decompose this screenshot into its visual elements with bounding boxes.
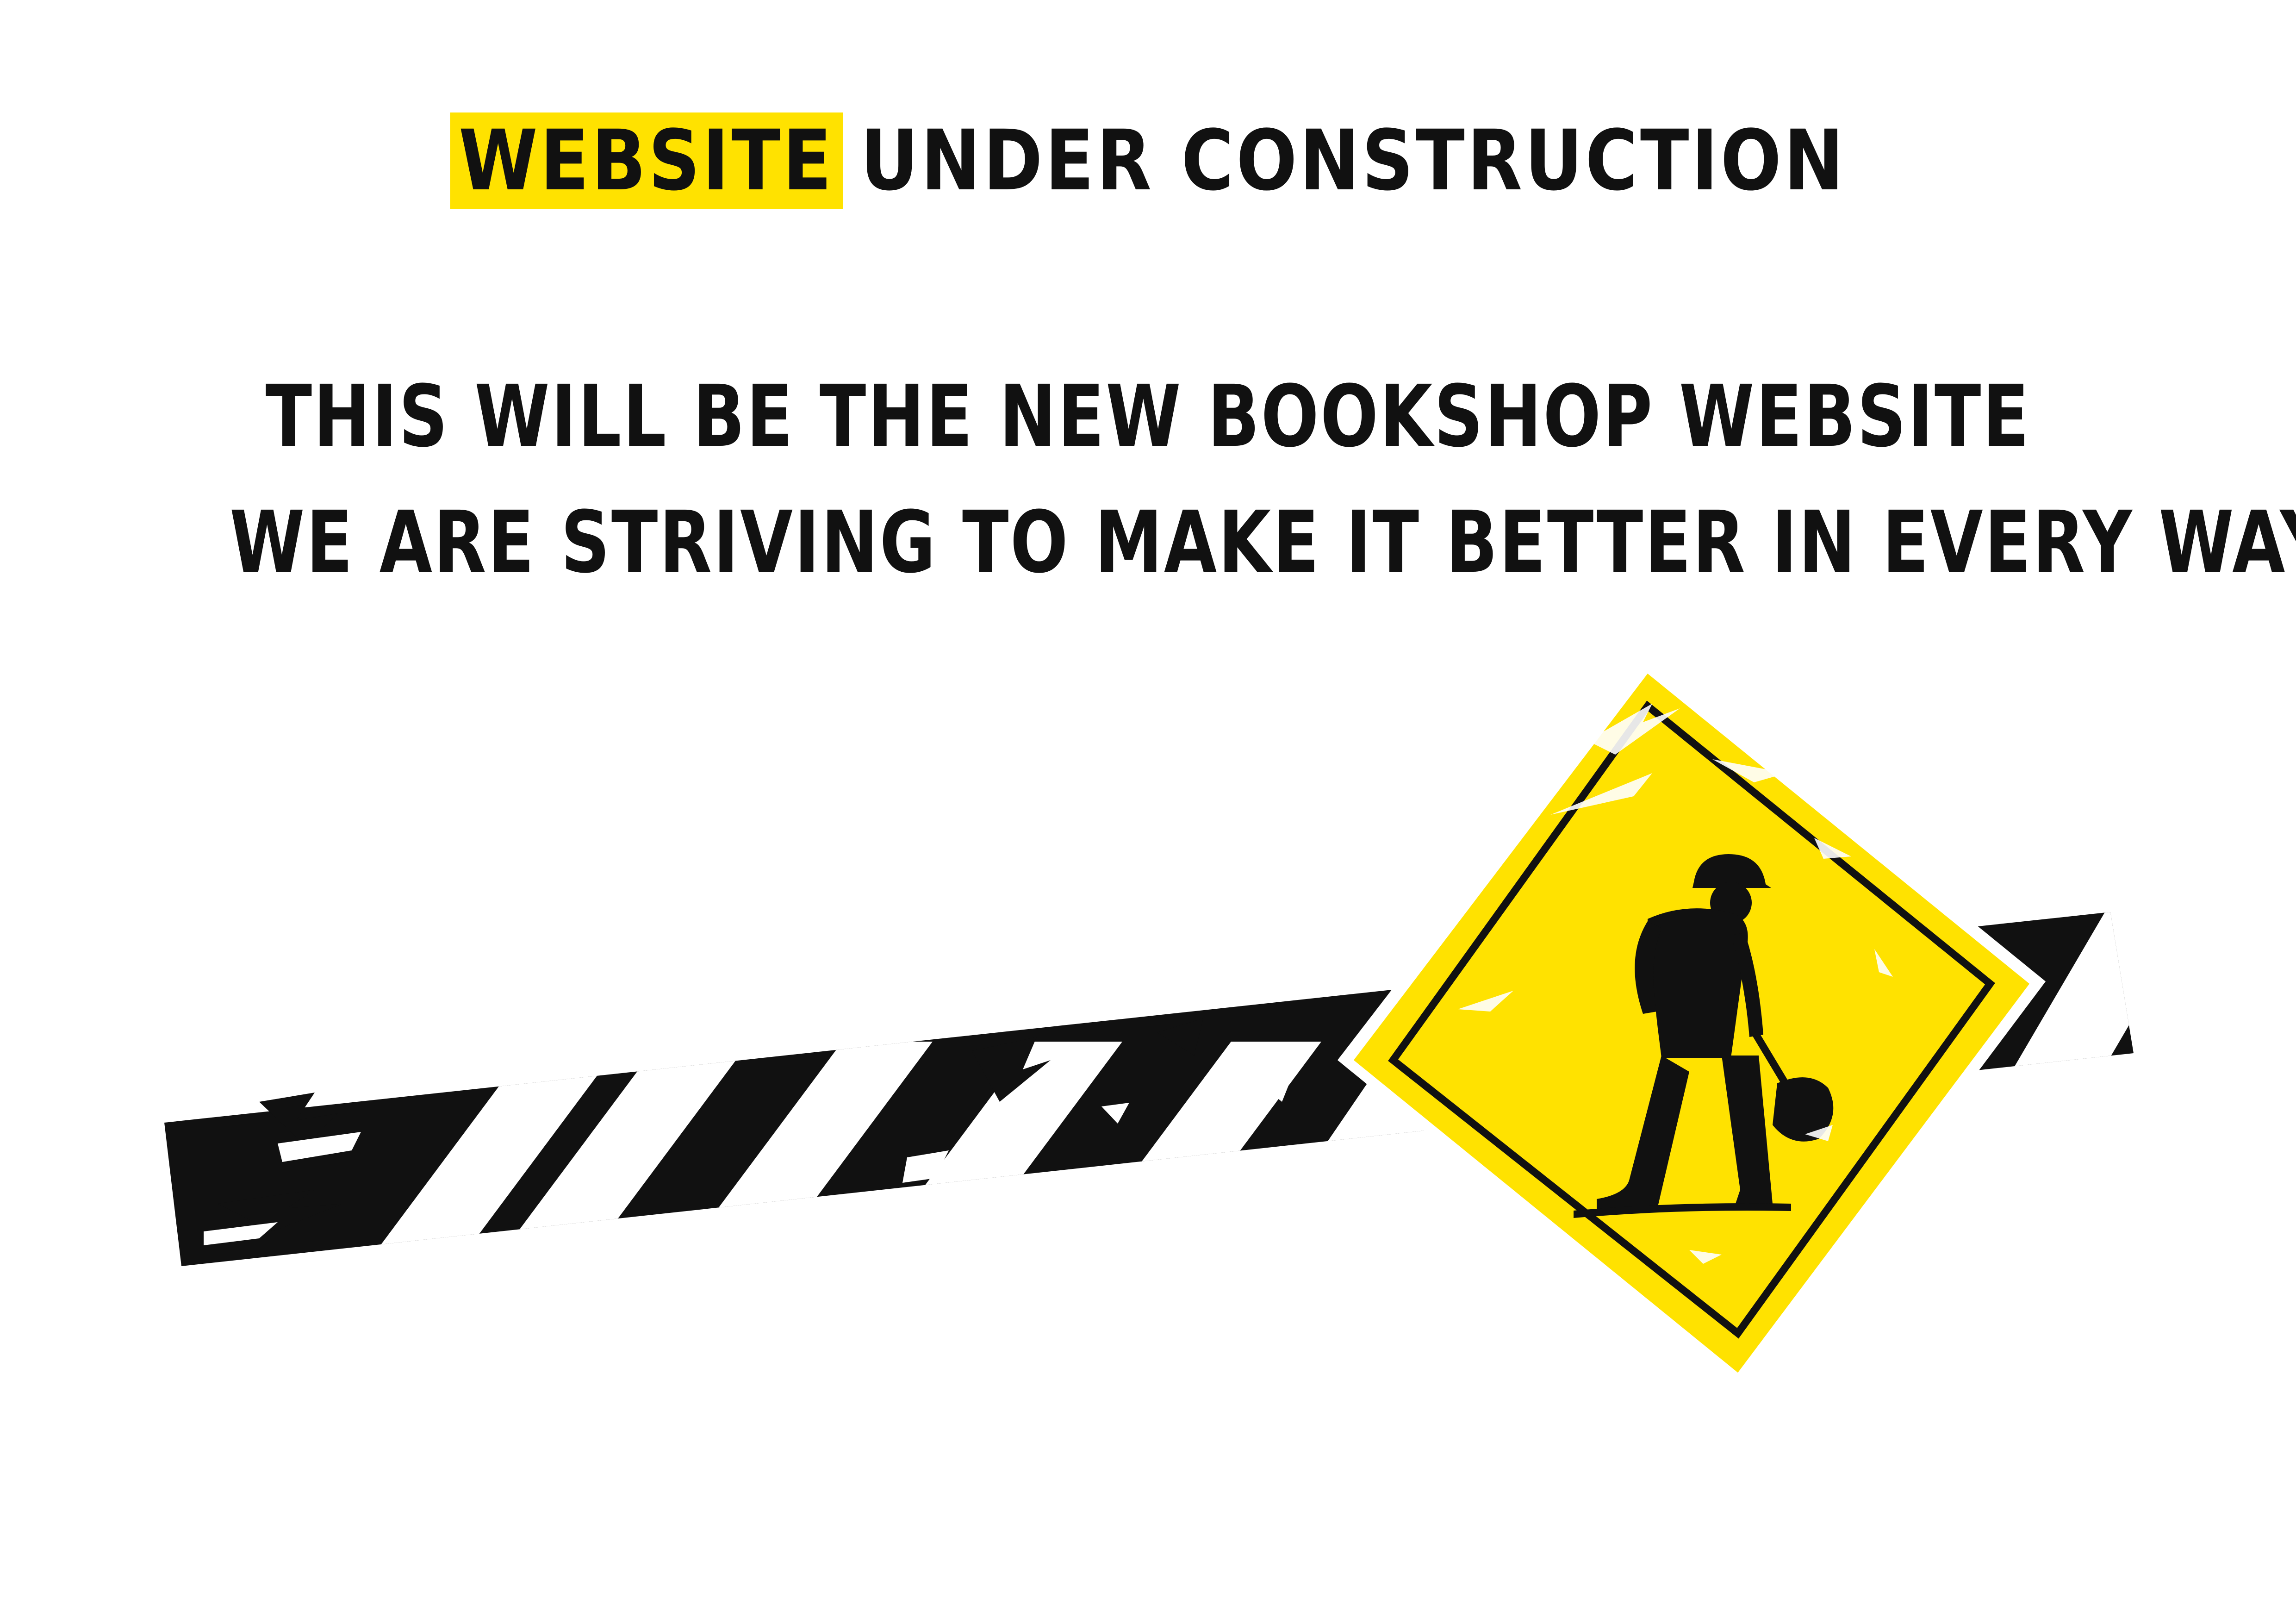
men-at-work-sign-icon	[1338, 657, 2046, 1389]
construction-illustration	[164, 657, 2134, 1389]
